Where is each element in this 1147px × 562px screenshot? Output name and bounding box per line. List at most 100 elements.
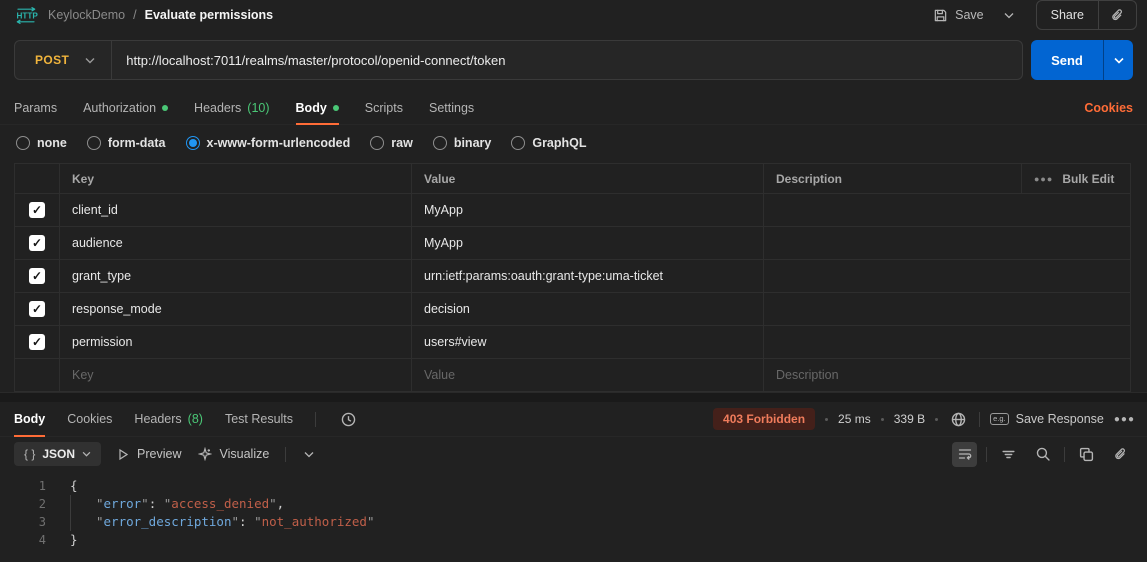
- row-checkbox[interactable]: ✓: [29, 268, 45, 284]
- wrap-lines-toggle[interactable]: [952, 442, 977, 467]
- method-chevron[interactable]: [85, 57, 111, 64]
- cell-value[interactable]: users#view: [411, 326, 763, 358]
- body-mode-none[interactable]: none: [16, 136, 67, 150]
- topbar-actions: Save Share: [925, 0, 1137, 30]
- tab-body[interactable]: Body: [296, 92, 339, 124]
- response-format-dropdown[interactable]: { } JSON: [14, 442, 101, 466]
- send-options-chevron[interactable]: [1103, 40, 1133, 80]
- body-mode-form-data[interactable]: form-data: [87, 136, 166, 150]
- tab-body[interactable]: Body: [14, 402, 45, 436]
- dot-separator: [935, 418, 938, 421]
- save-options-chevron[interactable]: [996, 6, 1022, 25]
- cell-value[interactable]: MyApp: [411, 194, 763, 226]
- cell-key[interactable]: permission: [59, 326, 411, 358]
- response-code[interactable]: 1{2"error": "access_denied",3"error_desc…: [0, 471, 1147, 549]
- body-mode-raw[interactable]: raw: [370, 136, 413, 150]
- urlencoded-params-table: Key Value Description ●●● Bulk Edit ✓ cli…: [14, 163, 1131, 392]
- cell-key[interactable]: client_id: [59, 194, 411, 226]
- globe-icon: [950, 411, 967, 428]
- cell-value[interactable]: MyApp: [411, 227, 763, 259]
- network-info-button[interactable]: [948, 409, 969, 430]
- tab-headers[interactable]: Headers (8): [134, 402, 203, 436]
- tab-settings[interactable]: Settings: [429, 92, 474, 124]
- cell-description[interactable]: [763, 194, 1130, 226]
- code-content: }: [46, 531, 78, 549]
- radio-label: GraphQL: [532, 136, 586, 150]
- copy-link-button[interactable]: [1098, 1, 1136, 29]
- tab-cookies[interactable]: Cookies: [67, 402, 112, 436]
- body-mode-graphql[interactable]: GraphQL: [511, 136, 586, 150]
- send-split-button: Send: [1031, 40, 1133, 80]
- cell-description[interactable]: [763, 260, 1130, 292]
- cell-value[interactable]: decision: [411, 293, 763, 325]
- paperclip-icon: [1110, 8, 1125, 23]
- response-size[interactable]: 339 B: [894, 412, 925, 426]
- visualize-button[interactable]: Visualize: [198, 447, 270, 461]
- send-button[interactable]: Send: [1031, 40, 1103, 80]
- tab-params[interactable]: Params: [14, 92, 57, 124]
- tab-test-results[interactable]: Test Results: [225, 402, 293, 436]
- response-history-button[interactable]: [338, 409, 359, 430]
- save-response-button[interactable]: e.g. Save Response: [990, 412, 1104, 426]
- method-selector[interactable]: POST: [15, 53, 85, 67]
- copy-response-link-button[interactable]: [1108, 442, 1133, 467]
- tab-scripts[interactable]: Scripts: [365, 92, 403, 124]
- dot-separator: [881, 418, 884, 421]
- preview-button[interactable]: Preview: [117, 447, 181, 461]
- cell-key[interactable]: Key: [59, 359, 411, 391]
- response-more-options-button[interactable]: ●●●: [1114, 414, 1135, 425]
- cell-key[interactable]: grant_type: [59, 260, 411, 292]
- table-row: ✓ response_modedecision: [15, 292, 1130, 325]
- code-content: "error": "access_denied",: [46, 495, 284, 513]
- play-icon: [117, 448, 129, 461]
- share-group: Share: [1036, 0, 1137, 30]
- viewer-options-chevron[interactable]: [302, 449, 316, 460]
- cookies-link[interactable]: Cookies: [1084, 101, 1133, 115]
- response-viewer-toolbar: { } JSON Preview Visualize: [0, 437, 1147, 471]
- cell-description[interactable]: [763, 227, 1130, 259]
- breadcrumb-separator: /: [133, 8, 136, 22]
- save-button[interactable]: Save: [925, 3, 992, 28]
- radio-icon: [87, 136, 101, 150]
- column-header-value: Value: [411, 164, 763, 193]
- row-checkbox[interactable]: ✓: [29, 301, 45, 317]
- column-header-description: Description: [763, 164, 1021, 193]
- cell-value[interactable]: urn:ietf:params:oauth:grant-type:uma-tic…: [411, 260, 763, 292]
- bulk-edit-button[interactable]: ●●● Bulk Edit: [1021, 164, 1130, 193]
- body-mode-binary[interactable]: binary: [433, 136, 492, 150]
- chevron-down-icon: [1114, 57, 1124, 64]
- beautify-button[interactable]: [996, 442, 1021, 467]
- breadcrumb-collection[interactable]: KeylockDemo: [48, 8, 125, 22]
- row-checkbox[interactable]: ✓: [29, 202, 45, 218]
- share-button[interactable]: Share: [1037, 1, 1098, 29]
- wrap-lines-icon: [957, 446, 973, 462]
- response-time[interactable]: 25 ms: [838, 412, 871, 426]
- ellipsis-icon: ●●●: [1034, 174, 1053, 184]
- body-mode-x-www-form-urlencoded[interactable]: x-www-form-urlencoded: [186, 136, 351, 150]
- search-response-button[interactable]: [1030, 442, 1055, 467]
- line-number: 2: [0, 495, 46, 513]
- row-checkbox[interactable]: ✓: [29, 334, 45, 350]
- cell-description[interactable]: Description: [763, 359, 1130, 391]
- tab-headers[interactable]: Headers (10): [194, 92, 269, 124]
- cell-value[interactable]: Value: [411, 359, 763, 391]
- table-row: ✓ audienceMyApp: [15, 226, 1130, 259]
- format-label: JSON: [42, 447, 75, 461]
- row-checkbox[interactable]: ✓: [29, 235, 45, 251]
- row-checkbox-cell: ✓: [15, 326, 59, 358]
- tab-label: Authorization: [83, 101, 156, 115]
- cell-description[interactable]: [763, 326, 1130, 358]
- tab-authorization[interactable]: Authorization: [83, 92, 168, 124]
- radio-label: none: [37, 136, 67, 150]
- status-badge[interactable]: 403 Forbidden: [713, 408, 815, 430]
- divider: [285, 447, 286, 462]
- pane-resize-handle[interactable]: [0, 392, 1147, 402]
- tab-count: (8): [188, 412, 203, 426]
- cell-key[interactable]: response_mode: [59, 293, 411, 325]
- cell-description[interactable]: [763, 293, 1130, 325]
- url-input[interactable]: http://localhost:7011/realms/master/prot…: [112, 53, 519, 68]
- code-line: 4}: [0, 531, 1147, 549]
- cell-key[interactable]: audience: [59, 227, 411, 259]
- tab-label: Scripts: [365, 101, 403, 115]
- copy-response-button[interactable]: [1074, 442, 1099, 467]
